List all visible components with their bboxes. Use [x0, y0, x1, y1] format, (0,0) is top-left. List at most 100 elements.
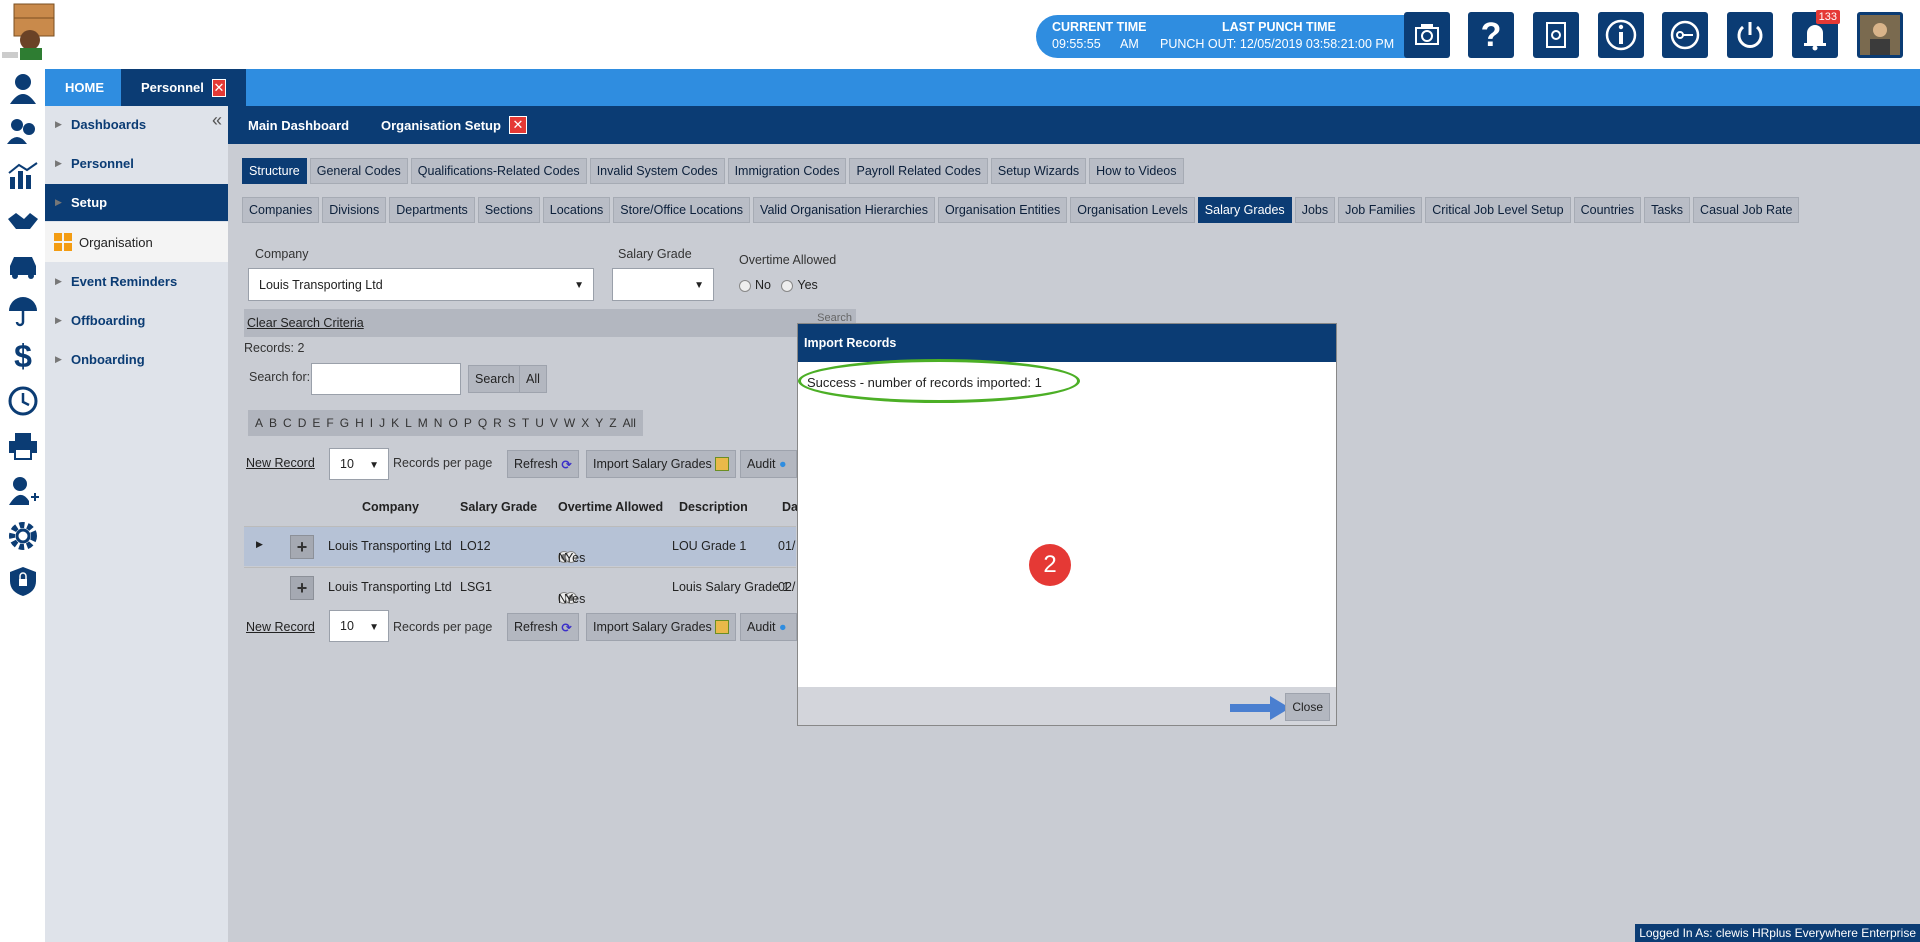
alphabet-letter[interactable]: Y [595, 416, 603, 430]
add-user-icon[interactable] [4, 472, 42, 510]
alphabet-letter[interactable]: O [448, 416, 457, 430]
alphabet-letter[interactable]: P [464, 416, 472, 430]
tab-personnel[interactable]: Personnel ✕ [121, 69, 246, 106]
records-per-page-select[interactable]: 10 ▼ [329, 448, 389, 480]
new-record-link[interactable]: New Record [246, 620, 315, 634]
alphabet-letter[interactable]: H [355, 416, 364, 430]
alphabet-letter[interactable]: M [418, 416, 428, 430]
alphabet-letter[interactable]: T [522, 416, 529, 430]
tab-structure-3[interactable]: Sections [477, 197, 540, 223]
user-avatar[interactable] [1857, 12, 1903, 58]
alphabet-letter[interactable]: D [298, 416, 307, 430]
tab-structure-14[interactable]: Tasks [1644, 197, 1691, 223]
settings-book-icon[interactable] [1533, 12, 1579, 58]
column-company[interactable]: Company [362, 500, 419, 514]
alphabet-letter[interactable]: A [255, 416, 263, 430]
tab-structure-13[interactable]: Countries [1573, 197, 1642, 223]
security-shield-icon[interactable] [4, 562, 42, 600]
tab-structure-4[interactable]: Locations [542, 197, 611, 223]
audit-button[interactable]: Audit ● [740, 613, 797, 641]
power-icon[interactable] [1727, 12, 1773, 58]
alphabet-letter[interactable]: E [312, 416, 320, 430]
add-row-button[interactable]: + [290, 576, 314, 600]
company-select[interactable]: Louis Transporting Ltd ▼ [248, 268, 594, 301]
tab-code-4[interactable]: Immigration Codes [727, 158, 847, 184]
alphabet-letter[interactable]: J [379, 416, 385, 430]
tab-organisation-setup[interactable]: Organisation Setup ✕ [381, 106, 527, 144]
alphabet-letter[interactable]: V [550, 416, 558, 430]
dollar-icon[interactable]: $ [4, 337, 42, 375]
alphabet-letter[interactable]: K [391, 416, 399, 430]
printer-icon[interactable] [4, 427, 42, 465]
tab-code-3[interactable]: Invalid System Codes [589, 158, 725, 184]
tab-structure-7[interactable]: Organisation Entities [937, 197, 1068, 223]
chart-icon[interactable] [4, 157, 42, 195]
search-button[interactable]: Search [468, 365, 522, 393]
tab-structure-11[interactable]: Job Families [1338, 197, 1423, 223]
import-salary-grades-button[interactable]: Import Salary Grades [586, 450, 737, 478]
expand-row-icon[interactable]: ▶ [256, 539, 263, 550]
tab-code-7[interactable]: How to Videos [1089, 158, 1184, 184]
tab-code-5[interactable]: Payroll Related Codes [849, 158, 988, 184]
audit-button[interactable]: Audit ● [740, 450, 797, 478]
tab-code-0[interactable]: Structure [242, 158, 307, 184]
salary-grade-select[interactable]: ▼ [612, 268, 714, 301]
sidebar-item-offboarding[interactable]: ▶ Offboarding [45, 302, 228, 339]
alphabet-letter[interactable]: L [405, 416, 412, 430]
tab-main-dashboard[interactable]: Main Dashboard [248, 106, 349, 144]
sidebar-item-setup[interactable]: ▶ Setup [45, 184, 228, 221]
user-icon[interactable] [4, 69, 42, 107]
sidebar-item-personnel[interactable]: ▶ Personnel [45, 145, 228, 182]
sidebar-item-event-reminders[interactable]: ▶ Event Reminders [45, 263, 228, 300]
alphabet-letter[interactable]: S [508, 416, 516, 430]
alphabet-letter[interactable]: All [623, 416, 636, 430]
column-salary-grade[interactable]: Salary Grade [460, 500, 537, 514]
records-per-page-select[interactable]: 10 ▼ [329, 610, 389, 642]
tab-structure-9[interactable]: Salary Grades [1197, 197, 1292, 223]
timesheet-icon[interactable] [1404, 12, 1450, 58]
close-icon[interactable]: ✕ [211, 78, 226, 97]
alphabet-letter[interactable]: B [269, 416, 277, 430]
tab-structure-10[interactable]: Jobs [1294, 197, 1336, 223]
tab-code-6[interactable]: Setup Wizards [990, 158, 1087, 184]
tab-structure-2[interactable]: Departments [389, 197, 475, 223]
tab-structure-6[interactable]: Valid Organisation Hierarchies [753, 197, 935, 223]
clear-search-criteria-link[interactable]: Clear Search Criteria [247, 316, 364, 330]
table-row[interactable]: ▶ + Louis Transporting Ltd LO12 No Yes L… [244, 526, 796, 566]
gear-icon[interactable] [4, 517, 42, 555]
table-row[interactable]: + Louis Transporting Ltd LSG1 No Yes Lou… [244, 567, 796, 607]
alphabet-letter[interactable]: U [535, 416, 544, 430]
refresh-button[interactable]: Refresh ⟳ [507, 613, 579, 641]
new-record-link[interactable]: New Record [246, 456, 315, 470]
add-row-button[interactable]: + [290, 535, 314, 559]
info-icon[interactable] [1598, 12, 1644, 58]
tab-structure-12[interactable]: Critical Job Level Setup [1425, 197, 1571, 223]
tab-code-1[interactable]: General Codes [309, 158, 408, 184]
sidebar-item-dashboards[interactable]: ▶ Dashboards [45, 106, 228, 143]
alphabet-letter[interactable]: I [370, 416, 373, 430]
sidebar-item-organisation[interactable]: Organisation [45, 222, 228, 262]
column-overtime-allowed[interactable]: Overtime Allowed [558, 500, 663, 514]
alphabet-letter[interactable]: W [564, 416, 575, 430]
refresh-button[interactable]: Refresh ⟳ [507, 450, 579, 478]
tab-structure-0[interactable]: Companies [242, 197, 320, 223]
tab-structure-5[interactable]: Store/Office Locations [613, 197, 751, 223]
clock-icon[interactable] [4, 382, 42, 420]
all-button[interactable]: All [519, 365, 547, 393]
import-salary-grades-button[interactable]: Import Salary Grades [586, 613, 737, 641]
alphabet-letter[interactable]: C [283, 416, 292, 430]
overtime-yes-radio[interactable] [781, 279, 794, 292]
help-icon[interactable]: ? [1468, 12, 1514, 58]
tab-structure-15[interactable]: Casual Job Rate [1693, 197, 1800, 223]
handshake-icon[interactable] [4, 202, 42, 240]
alphabet-letter[interactable]: Z [609, 416, 616, 430]
change-password-icon[interactable] [1662, 12, 1708, 58]
people-search-icon[interactable] [4, 112, 42, 150]
car-icon[interactable] [4, 247, 42, 285]
alphabet-letter[interactable]: R [493, 416, 502, 430]
close-button[interactable]: Close [1285, 693, 1330, 721]
tab-code-2[interactable]: Qualifications-Related Codes [410, 158, 587, 184]
close-icon[interactable]: ✕ [508, 116, 527, 134]
alphabet-letter[interactable]: F [326, 416, 333, 430]
alphabet-letter[interactable]: G [340, 416, 349, 430]
